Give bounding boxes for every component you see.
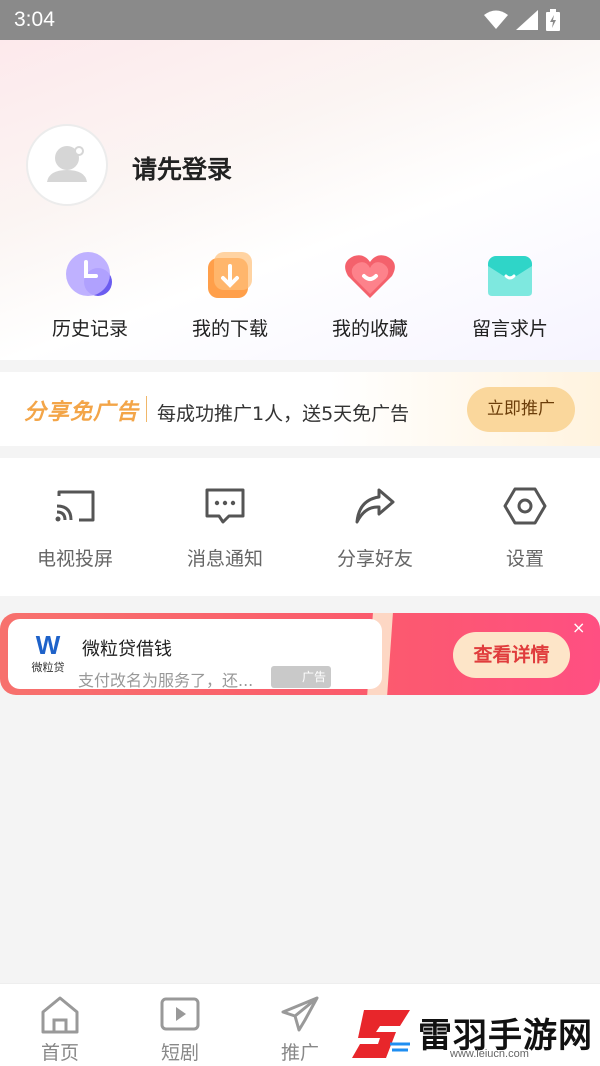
favorite-heart-icon — [345, 255, 395, 298]
ad-logo-text: 微粒贷 — [31, 661, 65, 674]
cast-screen-icon — [55, 490, 95, 522]
tool-label: 设置 — [505, 548, 544, 570]
quick-action-label: 历史记录 — [51, 318, 128, 340]
tool-settings[interactable]: 设置 — [450, 484, 600, 571]
quick-action-label: 我的下载 — [191, 318, 268, 340]
weilidai-logo-icon: W — [35, 630, 61, 660]
home-icon — [41, 996, 79, 1034]
tool-label: 电视投屏 — [36, 548, 113, 570]
tool-tv-cast[interactable]: 电视投屏 — [0, 484, 150, 571]
share-arrow-icon — [355, 488, 395, 524]
quick-action-request[interactable]: 留言求片 — [435, 248, 585, 341]
message-bubble-icon — [205, 488, 245, 524]
quick-action-history[interactable]: 历史记录 — [15, 248, 165, 341]
watermark-url: www.leiucn.com — [450, 1048, 529, 1060]
paper-plane-icon — [281, 996, 319, 1032]
play-video-icon — [160, 997, 200, 1031]
status-bar: 3:04 — [0, 0, 600, 40]
promo-description: 每成功推广1人，送5天免广告 — [157, 403, 410, 425]
avatar[interactable] — [26, 124, 108, 206]
ad-subtitle: 支付改名为服务了，还... — [78, 671, 254, 690]
promo-divider — [146, 396, 147, 422]
tab-promote[interactable]: 推广 — [250, 994, 350, 1065]
download-icon — [208, 252, 252, 298]
quick-action-download[interactable]: 我的下载 — [155, 248, 305, 341]
ad-logo: W 微粒贷 — [28, 631, 68, 677]
tool-share[interactable]: 分享好友 — [300, 484, 450, 571]
watermark-logo-icon — [352, 1010, 410, 1058]
ad-banner[interactable]: W 微粒贷 微粒贷借钱 支付改名为服务了，还... 广告 查看详情 × — [0, 613, 600, 695]
quick-action-label: 留言求片 — [471, 318, 548, 340]
settings-hexagon-icon — [503, 487, 547, 525]
promo-brand: 分享免广告 — [24, 400, 140, 425]
status-icons — [484, 9, 560, 31]
message-envelope-icon — [488, 256, 532, 296]
tab-short-drama[interactable]: 短剧 — [130, 994, 230, 1065]
view-details-button[interactable]: 查看详情 — [453, 632, 570, 678]
login-prompt[interactable]: 请先登录 — [132, 150, 232, 186]
tool-label: 消息通知 — [186, 548, 263, 570]
tool-label: 分享好友 — [336, 548, 413, 570]
quick-action-label: 我的收藏 — [331, 318, 408, 340]
ad-tag-label: 广告 — [301, 670, 326, 684]
tab-label: 推广 — [280, 1042, 319, 1064]
promo-banner: 分享免广告 每成功推广1人，送5天免广告 立即推广 — [0, 372, 600, 446]
ad-card: W 微粒贷 微粒贷借钱 支付改名为服务了，还... 广告 — [8, 619, 382, 690]
quick-action-favorites[interactable]: 我的收藏 — [295, 248, 445, 341]
status-time: 3:04 — [14, 8, 55, 31]
wifi-icon — [484, 10, 508, 29]
cellular-signal-icon — [516, 10, 538, 30]
battery-icon — [546, 9, 560, 31]
history-clock-icon — [66, 252, 112, 296]
tool-notifications[interactable]: 消息通知 — [150, 484, 300, 571]
tools-grid: 电视投屏 消息通知 分享好友 设置 — [0, 458, 600, 596]
site-watermark: 雷羽手游网 www.leiucn.com — [350, 1000, 600, 1066]
default-user-icon — [47, 146, 87, 182]
tab-home[interactable]: 首页 — [10, 994, 110, 1065]
ad-close-icon[interactable]: × — [572, 618, 585, 637]
tab-label: 短剧 — [160, 1042, 199, 1064]
ad-tag: 广告 — [271, 666, 331, 688]
ad-title: 微粒贷借钱 — [82, 639, 172, 660]
promote-now-button[interactable]: 立即推广 — [467, 387, 575, 432]
tab-label: 首页 — [40, 1042, 79, 1064]
